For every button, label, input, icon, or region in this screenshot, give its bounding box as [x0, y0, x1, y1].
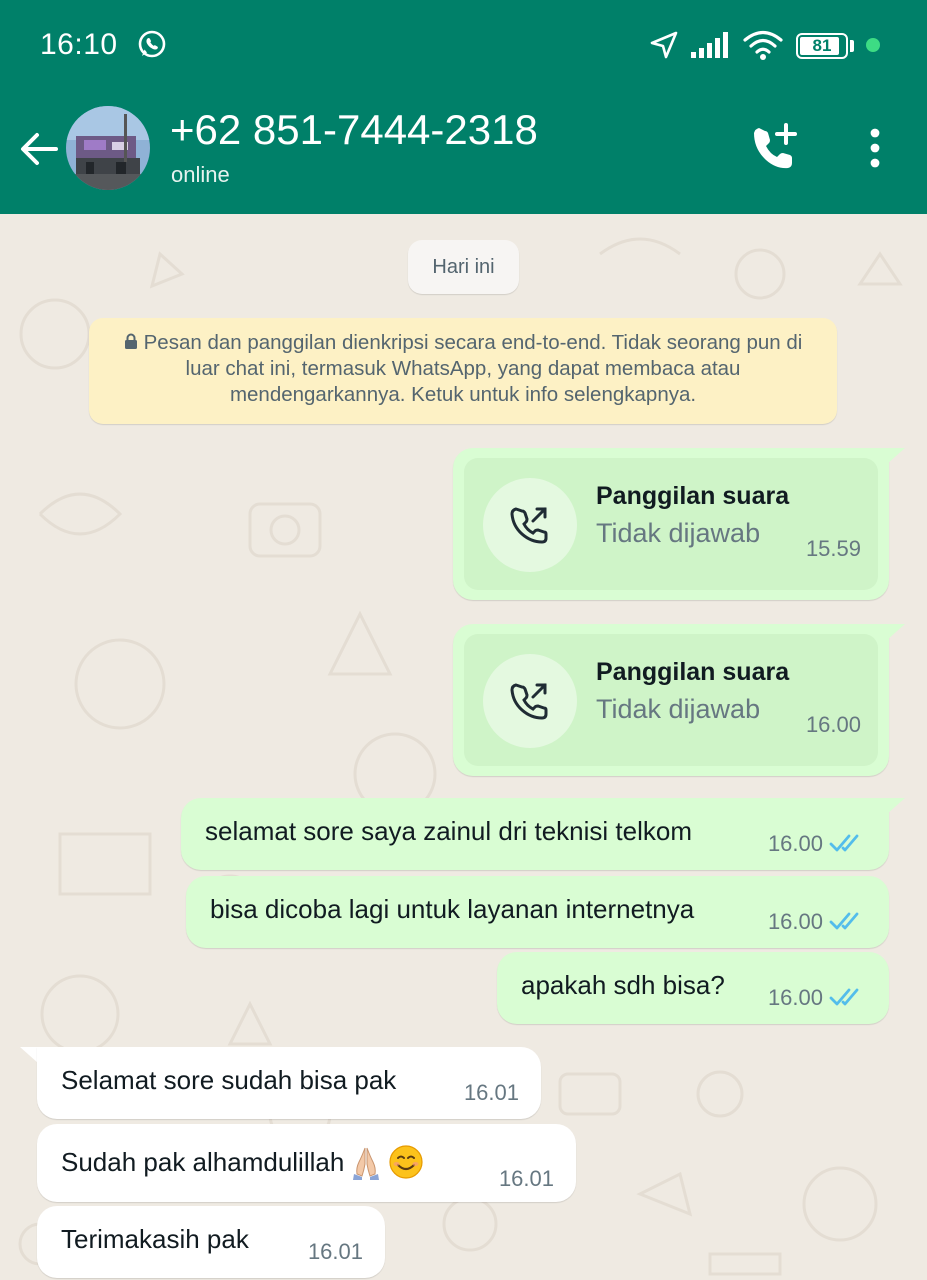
outgoing-call-icon	[510, 507, 548, 544]
smiling-face-emoji-icon	[389, 1145, 423, 1179]
chat-area[interactable]: Hari ini Pesan dan panggilan dienkripsi …	[0, 214, 927, 1280]
encryption-notice-text: Pesan dan panggilan dienkripsi secara en…	[143, 331, 803, 406]
read-receipt-icon	[829, 988, 859, 1006]
battery-icon: 81	[796, 33, 848, 59]
incoming-message[interactable]: Terimakasih pak 16.01	[37, 1206, 385, 1278]
message-text-with-emoji: Sudah pak alhamdulillah	[61, 1144, 424, 1180]
message-time: 16.00	[767, 831, 823, 856]
date-chip: Hari ini	[408, 240, 519, 294]
call-icon-circle	[483, 654, 577, 748]
message-text: Selamat sore sudah bisa pak	[61, 1065, 397, 1095]
status-time: 16:10	[40, 28, 118, 61]
message-time: 16.01	[307, 1239, 363, 1264]
message-time: 16.00	[767, 909, 823, 934]
bubble-tail	[887, 624, 905, 640]
folded-hands-emoji-icon	[353, 1147, 380, 1180]
call-title: Panggilan suara	[596, 482, 790, 510]
message-text: Sudah pak alhamdulillah	[61, 1147, 345, 1177]
call-status: Tidak dijawab	[596, 518, 761, 548]
bubble-tail	[887, 448, 905, 464]
message-text: selamat sore saya zainul dri teknisi tel…	[205, 816, 692, 846]
message-text: bisa dicoba lagi untuk layanan internetn…	[210, 894, 695, 924]
message-time: 16.01	[463, 1080, 519, 1105]
add-call-icon[interactable]	[748, 122, 800, 174]
more-vert-icon[interactable]	[858, 126, 892, 170]
wifi-icon	[743, 30, 783, 60]
bubble-tail	[20, 1047, 38, 1063]
incoming-message[interactable]: Selamat sore sudah bisa pak 16.01	[37, 1047, 541, 1119]
message-time: 16.01	[498, 1166, 554, 1191]
call-title: Panggilan suara	[596, 658, 790, 686]
message-time: 16.00	[767, 985, 823, 1010]
location-icon	[650, 31, 678, 59]
whatsapp-icon	[138, 30, 166, 58]
message-text: Terimakasih pak	[61, 1224, 249, 1254]
app-header: 16:10 81 +62 851-7444-2318 online	[0, 0, 927, 214]
call-icon-circle	[483, 478, 577, 572]
contact-name[interactable]: +62 851-7444-2318	[170, 106, 538, 154]
outgoing-message[interactable]: selamat sore saya zainul dri teknisi tel…	[181, 798, 889, 870]
battery-level: 81	[812, 36, 832, 55]
call-status: Tidak dijawab	[596, 694, 761, 724]
message-meta: 16.00	[768, 831, 867, 857]
message-time: 16.00	[805, 712, 861, 737]
call-card: Panggilan suara Tidak dijawab 15.59	[464, 458, 878, 590]
message-meta: 16.00	[768, 909, 867, 935]
encryption-notice[interactable]: Pesan dan panggilan dienkripsi secara en…	[89, 318, 837, 424]
bubble-tail	[887, 798, 905, 814]
message-meta: 16.00	[768, 985, 867, 1011]
lock-icon	[124, 333, 137, 349]
contact-status: online	[171, 162, 230, 187]
status-bar: 16:10 81	[0, 0, 927, 90]
incoming-message[interactable]: Sudah pak alhamdulillah 16.01	[37, 1124, 576, 1202]
avatar[interactable]	[66, 106, 150, 190]
notification-dot	[866, 38, 880, 52]
message-time: 15.59	[805, 536, 861, 561]
outgoing-message[interactable]: bisa dicoba lagi untuk layanan internetn…	[186, 876, 889, 948]
message-text: apakah sdh bisa?	[521, 970, 725, 1000]
outgoing-message[interactable]: apakah sdh bisa? 16.00	[497, 952, 889, 1024]
battery-tip	[850, 40, 854, 52]
call-card: Panggilan suara Tidak dijawab 16.00	[464, 634, 878, 766]
read-receipt-icon	[829, 912, 859, 930]
signal-icon	[691, 32, 728, 58]
missed-voice-call-bubble[interactable]: Panggilan suara Tidak dijawab 15.59	[453, 448, 889, 600]
missed-voice-call-bubble[interactable]: Panggilan suara Tidak dijawab 16.00	[453, 624, 889, 776]
read-receipt-icon	[829, 834, 859, 852]
back-arrow-icon[interactable]	[18, 128, 60, 170]
outgoing-call-icon	[510, 683, 548, 720]
